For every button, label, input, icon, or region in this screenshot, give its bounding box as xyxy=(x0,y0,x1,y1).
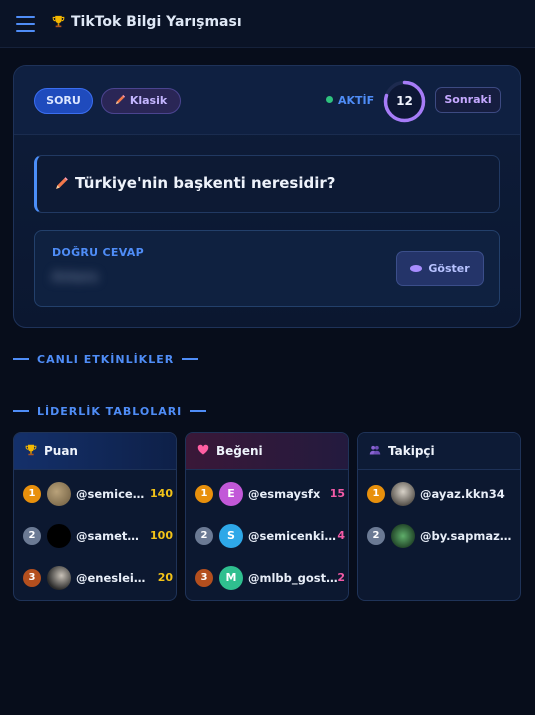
rank-badge: 2 xyxy=(367,527,385,545)
leaderboard-row[interactable]: 3 @enesleicikl 20 xyxy=(23,566,173,590)
heart-icon xyxy=(197,444,209,455)
people-icon xyxy=(369,445,381,455)
username: @by.sapmaz.official xyxy=(420,529,512,543)
leaderboard-row[interactable]: 2 @sametesiee 100 xyxy=(23,524,173,548)
eye-icon xyxy=(410,265,423,272)
leaderboard-header: Puan xyxy=(14,433,176,470)
countdown-timer: 12 xyxy=(383,80,426,123)
answer-box: DOĞRU CEVAP Ankara Göster xyxy=(34,230,500,307)
avatar: M xyxy=(219,566,243,590)
leaderboard-row[interactable]: 1 @ayaz.kkn34 xyxy=(367,482,517,506)
leaderboard-likes: Beğeni 1 E @esmaysfx 15 2 S @semicenkirp… xyxy=(185,432,349,601)
question-box: Türkiye'nin başkenti neresidir? xyxy=(34,155,500,213)
avatar xyxy=(47,566,71,590)
score-value: 4 xyxy=(337,529,345,542)
question-badge: SORU xyxy=(34,88,93,114)
leaderboard-points: Puan 1 @semicenkirpi 140 2 @sametesiee 1… xyxy=(13,432,177,601)
leaderboard-followers: Takipçi 1 @ayaz.kkn34 2 @by.sapmaz.offic… xyxy=(357,432,521,601)
rank-badge: 1 xyxy=(195,485,213,503)
leaderboard-header: Beğeni xyxy=(186,433,348,470)
live-events-title: CANLI ETKİNLİKLER xyxy=(13,353,199,366)
status-indicator: AKTİF xyxy=(326,94,374,107)
show-answer-button[interactable]: Göster xyxy=(396,251,484,286)
question-text: Türkiye'nin başkenti neresidir? xyxy=(55,174,335,192)
leaderboard-row[interactable]: 2 @by.sapmaz.official xyxy=(367,524,517,548)
username: @enesleicikl xyxy=(76,571,146,585)
username: @sametesiee xyxy=(76,529,146,543)
answer-value-hidden: Ankara xyxy=(52,270,98,285)
score-value: 15 xyxy=(329,487,345,500)
category-badge: Klasik xyxy=(101,88,181,114)
leaderboard-row[interactable]: 3 M @mlbb_gostermelik 2 xyxy=(195,566,345,590)
username: @ayaz.kkn34 xyxy=(420,487,505,501)
timer-value: 12 xyxy=(396,94,413,108)
score-value: 20 xyxy=(157,571,173,584)
hamburger-menu-icon[interactable] xyxy=(16,16,35,32)
rank-badge: 1 xyxy=(23,485,41,503)
avatar: E xyxy=(219,482,243,506)
trophy-icon xyxy=(52,15,65,28)
score-value: 2 xyxy=(337,571,345,584)
leaderboard-row[interactable]: 2 S @semicenkirpi 4 xyxy=(195,524,345,548)
question-card-header: SORU Klasik AKTİF 12 Sonraki xyxy=(14,66,520,135)
score-value: 140 xyxy=(150,487,173,500)
active-dot-icon xyxy=(326,96,333,103)
leaderboard-row[interactable]: 1 @semicenkirpi 140 xyxy=(23,482,173,506)
avatar: S xyxy=(219,524,243,548)
username: @mlbb_gostermelik xyxy=(248,571,340,585)
trophy-icon xyxy=(25,444,37,456)
username: @esmaysfx xyxy=(248,487,321,501)
avatar xyxy=(47,482,71,506)
next-button[interactable]: Sonraki xyxy=(435,87,501,113)
rank-badge: 2 xyxy=(195,527,213,545)
rank-badge: 3 xyxy=(195,569,213,587)
leaderboard-row[interactable]: 1 E @esmaysfx 15 xyxy=(195,482,345,506)
score-value: 100 xyxy=(150,529,173,542)
username: @semicenkirpi xyxy=(76,487,146,501)
leaderboard-header: Takipçi xyxy=(358,433,520,470)
pencil-icon xyxy=(115,94,125,105)
rank-badge: 3 xyxy=(23,569,41,587)
username: @semicenkirpi xyxy=(248,529,340,543)
rank-badge: 1 xyxy=(367,485,385,503)
top-bar: TikTok Bilgi Yarışması xyxy=(0,0,535,48)
avatar xyxy=(391,482,415,506)
avatar xyxy=(391,524,415,548)
question-card: SORU Klasik AKTİF 12 Sonraki Türkiye'nin… xyxy=(13,65,521,328)
avatar xyxy=(47,524,71,548)
app-title: TikTok Bilgi Yarışması xyxy=(52,14,242,30)
leaderboards-title: LİDERLİK TABLOLARI xyxy=(13,405,207,418)
rank-badge: 2 xyxy=(23,527,41,545)
answer-label: DOĞRU CEVAP xyxy=(52,246,144,259)
pencil-icon xyxy=(56,177,68,189)
